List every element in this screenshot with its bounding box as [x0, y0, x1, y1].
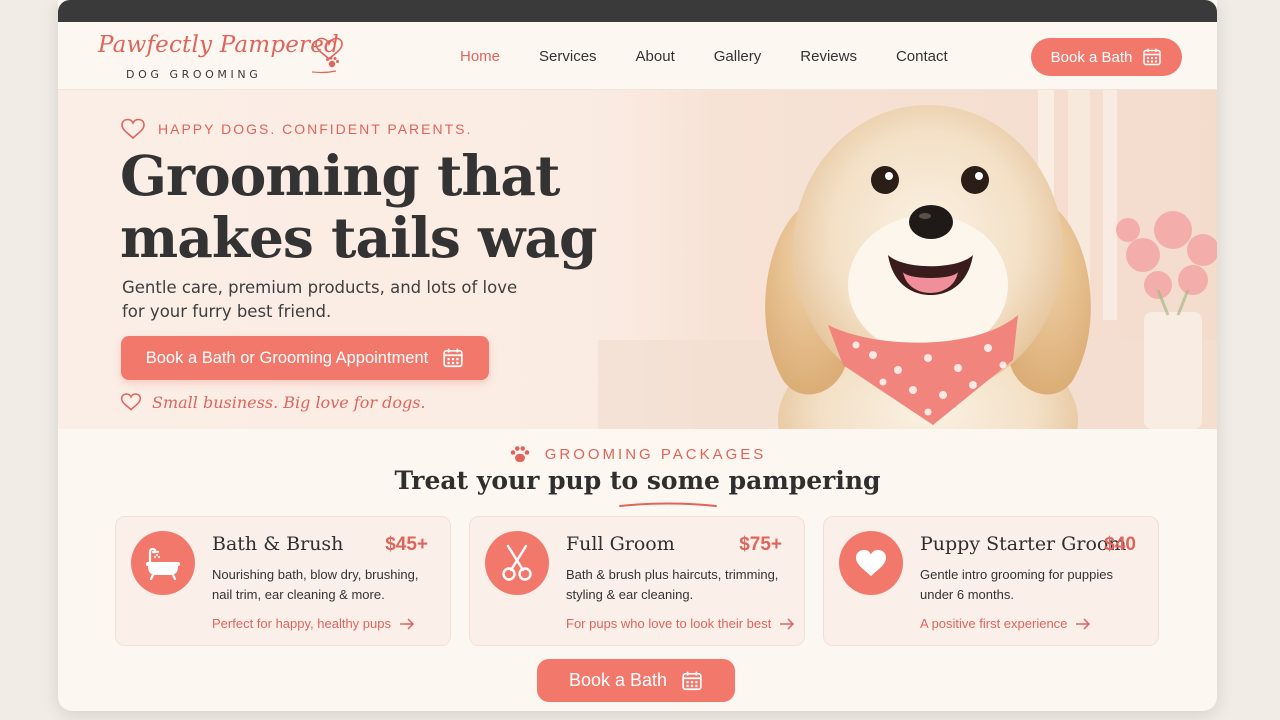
title-underline — [619, 502, 717, 507]
package-link-text: Perfect for happy, healthy pups — [212, 616, 391, 631]
package-card-full-groom[interactable]: Full Groom $75+ Bath & brush plus haircu… — [469, 516, 805, 646]
hero-title: Grooming that makes tails wag — [120, 145, 600, 269]
nav-links: Home Services About Gallery Reviews Cont… — [460, 48, 987, 65]
brand-tagline: DOG GROOMING — [126, 68, 262, 81]
calendar-icon — [443, 348, 463, 368]
book-a-bath-bottom-label: Book a Bath — [568, 670, 668, 690]
package-link-text: For pups who love to look their best — [566, 616, 772, 631]
arrow-right-icon — [399, 617, 415, 630]
hero-subtitle: Gentle care, premium products, and lots … — [122, 276, 542, 324]
package-link[interactable]: For pups who love to look their best — [566, 616, 795, 631]
package-description: Nourishing bath, blow dry, brushing, nai… — [212, 567, 419, 602]
hero-note-text: Small business. Big love for dogs. — [152, 392, 426, 412]
packages-eyebrow: GROOMING PACKAGES — [58, 444, 1217, 464]
hero-title-line1: Grooming that — [120, 143, 560, 208]
book-appointment-button[interactable]: Book a Bath or Grooming Appointment — [121, 336, 489, 380]
package-price: $45+ — [385, 534, 428, 555]
package-card-bath-brush[interactable]: Bath & Brush $45+ Nourishing bath, blow … — [115, 516, 451, 646]
package-price: $75+ — [739, 534, 782, 555]
nav-services[interactable]: Services — [539, 48, 597, 65]
packages-title: Treat your pup to some pampering — [394, 466, 881, 495]
book-a-bath-nav-button[interactable]: Book a Bath — [1031, 38, 1182, 76]
top-navigation: Pawfectly Pampered DOG GROOMING Home Ser… — [58, 22, 1217, 90]
package-name: Puppy Starter Groom — [920, 533, 1127, 555]
calendar-icon — [1143, 48, 1162, 66]
package-link[interactable]: A positive first experience — [920, 616, 1091, 631]
package-link-text: A positive first experience — [920, 616, 1068, 631]
brand-logo[interactable]: Pawfectly Pampered DOG GROOMING — [98, 32, 348, 84]
hero-section: HAPPY DOGS. CONFIDENT PARENTS. Grooming … — [58, 90, 1217, 429]
package-name: Bath & Brush — [212, 533, 344, 555]
hero-note: Small business. Big love for dogs. — [120, 392, 425, 412]
hero-content: HAPPY DOGS. CONFIDENT PARENTS. Grooming … — [120, 90, 600, 429]
package-link[interactable]: Perfect for happy, healthy pups — [212, 616, 415, 631]
book-a-bath-label: Book a Bath — [1050, 48, 1133, 66]
package-cards: Bath & Brush $45+ Nourishing bath, blow … — [115, 516, 1159, 646]
brand-name: Pawfectly Pampered — [98, 32, 339, 58]
book-appointment-label: Book a Bath or Grooming Appointment — [145, 348, 429, 367]
hero-eyebrow: HAPPY DOGS. CONFIDENT PARENTS. — [120, 118, 472, 140]
paw-icon — [510, 446, 530, 463]
nav-reviews[interactable]: Reviews — [800, 48, 857, 65]
nav-home[interactable]: Home — [460, 48, 500, 65]
window-title-bar — [58, 0, 1217, 22]
heart-outline-icon — [121, 118, 145, 140]
nav-gallery[interactable]: Gallery — [714, 48, 762, 65]
book-a-bath-bottom-button[interactable]: Book a Bath — [537, 659, 735, 702]
heart-paw-icon — [312, 37, 343, 74]
hero-dog-photo — [598, 90, 1217, 429]
hero-eyebrow-text: HAPPY DOGS. CONFIDENT PARENTS. — [158, 121, 473, 137]
calendar-icon — [682, 671, 702, 690]
hero-title-line2: makes tails wag — [120, 205, 597, 270]
heart-outline-icon — [120, 393, 142, 411]
nav-about[interactable]: About — [636, 48, 675, 65]
package-card-puppy-starter[interactable]: Puppy Starter Groom $40 Gentle intro gro… — [823, 516, 1159, 646]
arrow-right-icon — [780, 617, 795, 630]
packages-eyebrow-text: GROOMING PACKAGES — [544, 445, 767, 463]
heart-icon — [839, 531, 903, 595]
browser-window: Pawfectly Pampered DOG GROOMING Home Ser… — [58, 0, 1217, 711]
scissors-icon — [485, 531, 549, 595]
package-description: Gentle intro grooming for puppies under … — [920, 567, 1113, 602]
package-description: Bath & brush plus haircuts, trimming, st… — [566, 567, 779, 602]
bathtub-icon — [131, 531, 195, 595]
hero-subtitle-line1: Gentle care, premium products, and lots … — [122, 278, 518, 297]
hero-subtitle-line2: for your furry best friend. — [122, 302, 332, 321]
nav-contact[interactable]: Contact — [896, 48, 948, 65]
package-name: Full Groom — [566, 533, 675, 555]
package-price: $40 — [1104, 534, 1136, 555]
arrow-right-icon — [1076, 617, 1091, 630]
